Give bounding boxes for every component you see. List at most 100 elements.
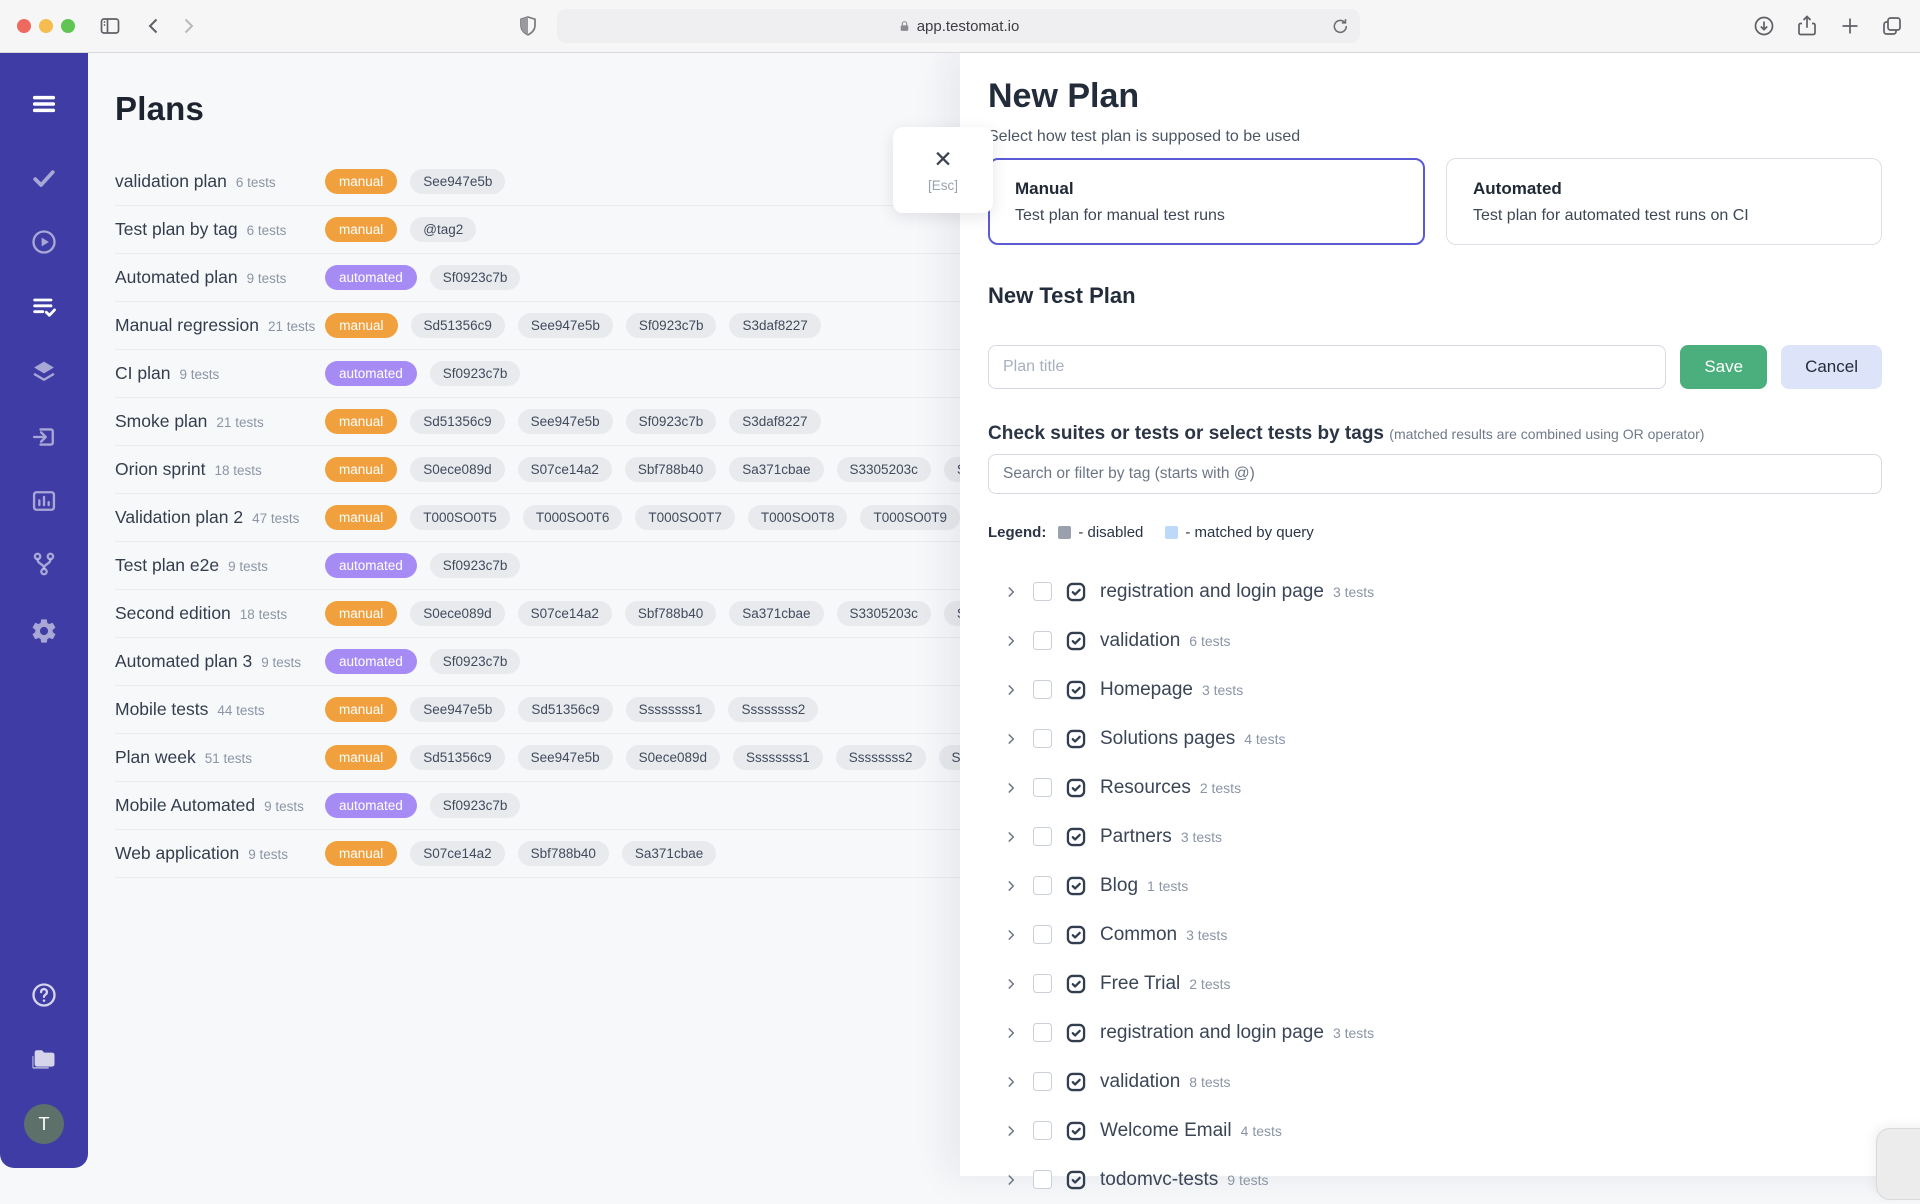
suite-icon xyxy=(1065,875,1087,897)
menu-hamburger-icon[interactable] xyxy=(30,90,58,118)
suite-test-count: 3 tests xyxy=(1202,682,1243,698)
tab-overview-icon[interactable] xyxy=(1880,14,1904,38)
suite-checkbox[interactable] xyxy=(1033,1170,1052,1189)
help-icon[interactable] xyxy=(30,981,58,1009)
layers-icon[interactable] xyxy=(30,357,58,385)
close-panel-button[interactable]: ✕ [Esc] xyxy=(893,127,993,213)
settings-gear-icon[interactable] xyxy=(30,617,58,645)
legend: Legend: - disabled - matched by query xyxy=(988,524,1882,541)
tests-check-icon[interactable] xyxy=(30,164,58,192)
url-bar[interactable]: app.testomat.io xyxy=(557,9,1360,43)
chevron-right-icon[interactable] xyxy=(1004,683,1018,697)
downloads-icon[interactable] xyxy=(1752,14,1776,38)
suite-row[interactable]: Common 3 tests xyxy=(988,910,1882,959)
suite-tag-chip: Ssssssss2 xyxy=(836,745,926,770)
suite-row[interactable]: Welcome Email 4 tests xyxy=(988,1106,1882,1155)
suite-checkbox[interactable] xyxy=(1033,974,1052,993)
suite-icon xyxy=(1065,973,1087,995)
plan-type-manual-card[interactable]: Manual Test plan for manual test runs xyxy=(988,158,1425,245)
suite-checkbox[interactable] xyxy=(1033,680,1052,699)
chevron-right-icon[interactable] xyxy=(1004,1026,1018,1040)
suite-checkbox[interactable] xyxy=(1033,582,1052,601)
suite-icon xyxy=(1065,679,1087,701)
plan-type-automated-card[interactable]: Automated Test plan for automated test r… xyxy=(1446,158,1882,245)
plan-type-badge: manual xyxy=(325,217,397,242)
panel-subtitle: Select how test plan is supposed to be u… xyxy=(988,128,1882,146)
chevron-right-icon[interactable] xyxy=(1004,781,1018,795)
chevron-right-icon[interactable] xyxy=(1004,977,1018,991)
plan-title-input[interactable] xyxy=(988,345,1666,389)
suite-row[interactable]: validation 6 tests xyxy=(988,616,1882,665)
forward-icon[interactable] xyxy=(176,14,200,38)
tag-search-input[interactable] xyxy=(988,454,1882,494)
import-icon[interactable] xyxy=(30,423,58,451)
chevron-right-icon[interactable] xyxy=(1004,585,1018,599)
suite-checkbox[interactable] xyxy=(1033,827,1052,846)
suite-checkbox[interactable] xyxy=(1033,876,1052,895)
share-icon[interactable] xyxy=(1795,14,1819,38)
filter-heading-text: Check suites or tests or select tests by… xyxy=(988,423,1384,444)
back-icon[interactable] xyxy=(142,14,166,38)
suite-row[interactable]: registration and login page 3 tests xyxy=(988,567,1882,616)
new-tab-icon[interactable] xyxy=(1838,14,1862,38)
suite-row[interactable]: registration and login page 3 tests xyxy=(988,1008,1882,1057)
plans-list-check-icon[interactable] xyxy=(30,293,58,321)
sidebar-toggle-icon[interactable] xyxy=(98,14,122,38)
suite-checkbox[interactable] xyxy=(1033,925,1052,944)
suite-row[interactable]: Blog 1 tests xyxy=(988,861,1882,910)
plan-type-badge: automated xyxy=(325,265,417,290)
analytics-chart-icon[interactable] xyxy=(30,487,58,515)
chevron-right-icon[interactable] xyxy=(1004,879,1018,893)
plan-type-badge: automated xyxy=(325,649,417,674)
suite-row[interactable]: Solutions pages 4 tests xyxy=(988,714,1882,763)
plan-type-badge: manual xyxy=(325,313,397,338)
chevron-right-icon[interactable] xyxy=(1004,1173,1018,1187)
chevron-right-icon[interactable] xyxy=(1004,830,1018,844)
chevron-right-icon[interactable] xyxy=(1004,634,1018,648)
projects-folder-icon[interactable] xyxy=(30,1045,58,1073)
legend-label: Legend: xyxy=(988,524,1046,541)
user-avatar[interactable]: T xyxy=(24,1104,64,1144)
suite-test-count: 3 tests xyxy=(1186,927,1227,943)
suite-checkbox[interactable] xyxy=(1033,729,1052,748)
suite-row[interactable]: Homepage 3 tests xyxy=(988,665,1882,714)
chevron-right-icon[interactable] xyxy=(1004,1075,1018,1089)
suite-row[interactable]: validation 8 tests xyxy=(988,1057,1882,1106)
plan-test-count: 6 tests xyxy=(247,223,287,238)
traffic-light-close[interactable] xyxy=(17,19,31,33)
new-plan-panel: New Plan Select how test plan is suppose… xyxy=(960,52,1920,1176)
plan-name: Web application xyxy=(115,843,239,864)
suite-checkbox[interactable] xyxy=(1033,1072,1052,1091)
cancel-button[interactable]: Cancel xyxy=(1781,345,1882,389)
traffic-light-zoom[interactable] xyxy=(61,19,75,33)
runs-play-icon[interactable] xyxy=(30,228,58,256)
save-button[interactable]: Save xyxy=(1680,345,1767,389)
close-esc-hint: [Esc] xyxy=(928,178,958,193)
reload-icon[interactable] xyxy=(1329,15,1351,37)
suite-checkbox[interactable] xyxy=(1033,778,1052,797)
chevron-right-icon[interactable] xyxy=(1004,928,1018,942)
corner-widget[interactable] xyxy=(1876,1128,1920,1200)
branches-icon[interactable] xyxy=(30,550,58,578)
suite-checkbox[interactable] xyxy=(1033,1121,1052,1140)
suite-row[interactable]: Resources 2 tests xyxy=(988,763,1882,812)
suite-row[interactable]: Partners 3 tests xyxy=(988,812,1882,861)
suite-tag-chip: Sa371cbae xyxy=(729,457,823,482)
plan-test-count: 9 tests xyxy=(264,799,304,814)
plan-row-left: Smoke plan 21 tests xyxy=(115,411,325,432)
legend-matched: - matched by query xyxy=(1165,524,1313,541)
plan-type-desc: Test plan for manual test runs xyxy=(1015,207,1423,225)
privacy-shield-icon[interactable] xyxy=(516,14,540,38)
chevron-right-icon[interactable] xyxy=(1004,732,1018,746)
suite-checkbox[interactable] xyxy=(1033,1023,1052,1042)
plan-name: CI plan xyxy=(115,363,170,384)
chevron-right-icon[interactable] xyxy=(1004,1124,1018,1138)
suite-row[interactable]: Free Trial 2 tests xyxy=(988,959,1882,1008)
suite-checkbox[interactable] xyxy=(1033,631,1052,650)
traffic-light-minimize[interactable] xyxy=(39,19,53,33)
close-icon[interactable]: ✕ xyxy=(933,147,952,171)
plan-type-label: Manual xyxy=(1015,179,1423,199)
suite-row[interactable]: todomvc-tests 9 tests xyxy=(988,1155,1882,1204)
suite-name: Resources xyxy=(1100,777,1191,799)
plan-test-count: 44 tests xyxy=(217,703,264,718)
